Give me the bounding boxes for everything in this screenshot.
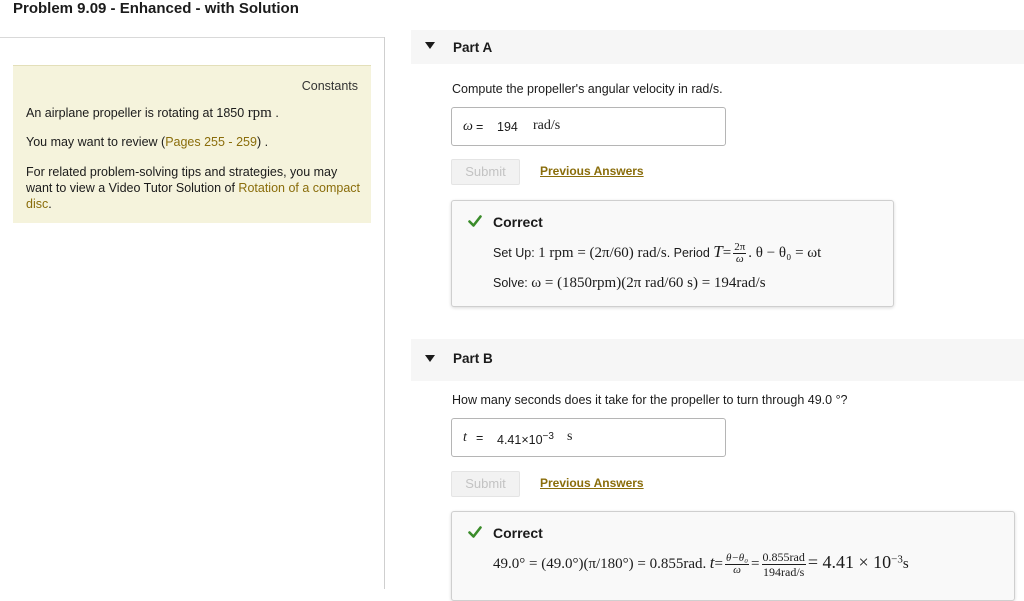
time-equals-1: =	[714, 555, 723, 572]
solve-equation: ω = (1850rpm)(2π rad/60 s) = 194rad/s	[531, 275, 766, 291]
setup-prefix: Set Up:	[493, 246, 535, 260]
column-divider	[384, 37, 385, 589]
part-a-answer-field[interactable]: ω = 194 rad/s	[451, 107, 726, 146]
statement-end: .	[275, 106, 279, 120]
part-a-setup-line: Set Up: 1 rpm = (2π/60) rad/s. Period T=…	[493, 242, 821, 265]
checkmark-icon	[468, 215, 482, 227]
tips-paragraph: For related problem-solving tips and str…	[26, 164, 361, 212]
constants-panel: Constants An airplane propeller is rotat…	[13, 65, 371, 223]
checkmark-icon	[468, 526, 482, 538]
time-values-fraction: 0.855rad 194rad/s	[761, 550, 806, 579]
part-a-title: Part A	[453, 40, 493, 55]
answer-exponent: −3	[542, 431, 554, 442]
answer-mantissa: 4.41×10	[497, 433, 543, 448]
time-result-exponent: −3	[891, 553, 903, 566]
part-a-previous-answers-link[interactable]: Previous Answers	[540, 164, 644, 178]
setup-equals: =	[722, 245, 732, 261]
setup-period-label: . Period	[666, 246, 710, 260]
tips-end: .	[48, 197, 52, 211]
answer-variable: ω	[463, 119, 473, 134]
time-formula-denominator: ω	[733, 564, 741, 576]
time-formula-fraction: θ−θ₀ ω	[724, 553, 750, 576]
part-b-question: How many seconds does it take for the pr…	[452, 393, 848, 407]
time-result-unit: s	[902, 555, 909, 572]
part-b-question-text: How many seconds does it take for the pr…	[452, 393, 833, 407]
part-a-correct-label: Correct	[493, 214, 543, 230]
part-a-feedback: Correct Set Up: 1 rpm = (2π/60) rad/s. P…	[451, 200, 894, 307]
answer-value[interactable]: 194	[497, 120, 518, 134]
time-equals-2: =	[751, 555, 760, 572]
review-suffix: ) .	[256, 135, 269, 149]
time-result: = 4.41 × 10	[807, 551, 892, 572]
constants-label[interactable]: Constants	[302, 79, 358, 93]
time-values-denominator: 194rad/s	[763, 565, 805, 579]
setup-fraction: 2π ω	[733, 242, 747, 266]
part-a-question: Compute the propeller's angular velocity…	[452, 82, 723, 96]
answer-equals: =	[476, 431, 484, 445]
part-b-title: Part B	[453, 351, 493, 366]
answer-value[interactable]: 4.41×10−3	[497, 431, 554, 447]
answer-unit: rad/s	[533, 118, 561, 133]
page-title: Problem 9.09 - Enhanced - with Solution	[13, 0, 299, 17]
review-line: You may want to review (Pages 255 - 259)…	[26, 134, 361, 150]
setup-rpm-conversion: 1 rpm = (2π/60) rad/s	[538, 245, 667, 261]
answer-unit: s	[567, 429, 573, 444]
part-a-header[interactable]: Part A	[411, 30, 1024, 64]
statement-unit: rpm	[247, 105, 272, 121]
part-b-submit-button[interactable]: Submit	[451, 471, 520, 497]
statement-text: An airplane propeller is rotating at 185…	[26, 106, 245, 120]
part-a-solve-line: Solve: ω = (1850rpm)(2π rad/60 s) = 194r…	[493, 275, 766, 292]
part-b-previous-answers-link[interactable]: Previous Answers	[540, 476, 644, 490]
part-b-header[interactable]: Part B	[411, 339, 1024, 381]
part-b-feedback: Correct 49.0° = (49.0°)(π/180°) = 0.855r…	[451, 511, 1015, 601]
part-a-submit-button[interactable]: Submit	[451, 159, 520, 185]
solve-prefix: Solve:	[493, 276, 528, 290]
review-prefix: You may want to review (	[26, 135, 166, 149]
part-b-solution-line: 49.0° = (49.0°)(π/180°) = 0.855rad. t= θ−…	[493, 550, 909, 579]
review-pages-link[interactable]: Pages 255 - 259	[165, 135, 257, 149]
caret-down-icon[interactable]	[425, 355, 435, 362]
answer-variable: t	[463, 430, 467, 445]
setup-period-symbol: T	[713, 242, 723, 261]
setup-angle-relation: . θ − θ₀ = ωt	[748, 245, 822, 261]
answer-equals: =	[476, 120, 484, 134]
time-values-numerator: 0.855rad	[761, 550, 806, 565]
caret-down-icon[interactable]	[425, 42, 435, 49]
part-b-correct-label: Correct	[493, 525, 543, 541]
part-b-question-unit: °?	[835, 393, 848, 407]
title-divider	[0, 37, 384, 38]
problem-statement: An airplane propeller is rotating at 185…	[26, 105, 361, 121]
angle-conversion: 49.0° = (49.0°)(π/180°) = 0.855rad.	[493, 555, 707, 572]
part-b-answer-field[interactable]: t = 4.41×10−3 s	[451, 418, 726, 457]
setup-fraction-denominator: ω	[735, 253, 744, 266]
